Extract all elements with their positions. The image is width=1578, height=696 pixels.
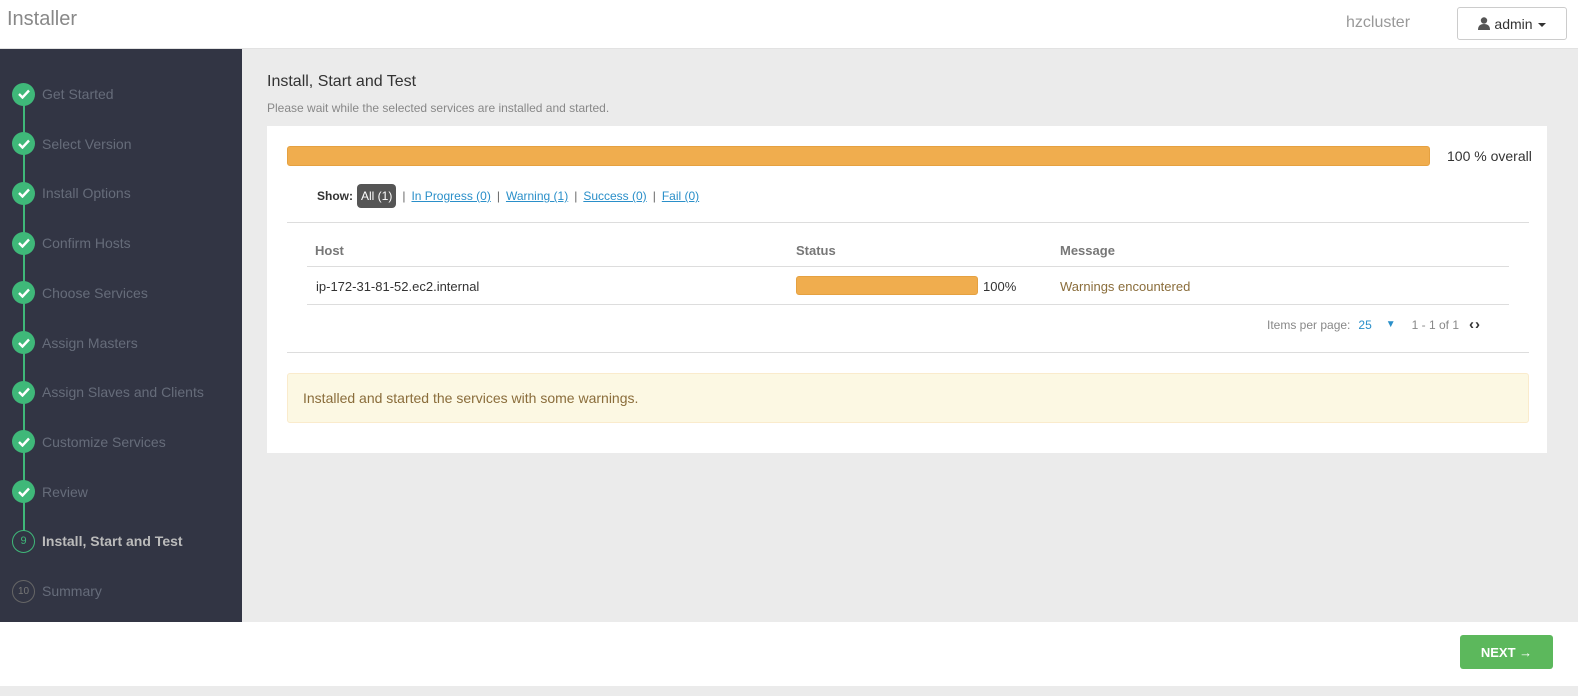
host-message-link[interactable]: Warnings encountered [1060, 279, 1190, 294]
host-progress-percent: 100% [983, 279, 1017, 294]
row-divider [307, 304, 1509, 305]
step-label: Install Options [42, 185, 131, 202]
header-divider [307, 266, 1509, 267]
check-icon [12, 231, 35, 255]
wizard-footer: NEXT → [0, 622, 1578, 686]
check-icon [12, 181, 35, 205]
user-label: admin [1494, 15, 1533, 32]
wizard-sidebar: Get Started Select Version Install Options… [0, 49, 242, 622]
filter-warning[interactable]: Warning (1) [506, 189, 568, 203]
warning-alert: Installed and started the services with … [287, 373, 1529, 423]
step-number-icon: 9 [12, 529, 35, 553]
divider [287, 222, 1529, 223]
host-link[interactable]: ip-172-31-81-52.ec2.internal [316, 279, 479, 294]
filter-separator: | [574, 189, 578, 203]
header-message: Message [1060, 243, 1115, 258]
filter-separator: | [496, 189, 500, 203]
step-number-icon: 10 [12, 579, 35, 603]
page-range: 1 - 1 of 1 [1411, 317, 1460, 332]
wizard-step[interactable]: Select Version [0, 129, 242, 159]
divider [287, 352, 1529, 353]
user-menu-button[interactable]: admin [1457, 7, 1567, 40]
pagination: Items per page: 25 ▼ 1 - 1 of 1 ‹› [1267, 316, 1481, 333]
wizard-step[interactable]: Choose Services [0, 278, 242, 308]
step-label: Customize Services [42, 433, 166, 450]
wizard-step[interactable]: Review [0, 477, 242, 507]
top-bar: Installer hzcluster admin [0, 0, 1578, 49]
page-subtitle: Please wait while the selected services … [267, 101, 610, 115]
page-title: Install, Start and Test [267, 73, 417, 90]
wizard-step[interactable]: Assign Masters [0, 328, 242, 358]
check-icon [12, 380, 35, 404]
header-host: Host [315, 243, 344, 258]
step-label: Confirm Hosts [42, 235, 131, 252]
step-label: Install, Start and Test [42, 533, 183, 550]
wizard-step[interactable]: Confirm Hosts [0, 228, 242, 258]
items-per-page-label: Items per page: [1267, 317, 1351, 332]
dropdown-arrow-icon[interactable]: ▼ [1386, 319, 1396, 330]
step-label: Summary [42, 583, 102, 599]
step-label: Review [42, 483, 88, 500]
wizard-step[interactable]: Install Options [0, 178, 242, 208]
filter-success[interactable]: Success (0) [583, 189, 646, 203]
wizard-step: 9 Install, Start and Test [0, 526, 242, 556]
filter-fail[interactable]: Fail (0) [662, 189, 699, 203]
wizard-step: 10 Summary [0, 576, 242, 606]
step-label: Get Started [42, 86, 114, 102]
cluster-name: hzcluster [1346, 14, 1411, 31]
overall-progress-bar [287, 146, 1430, 166]
caret-down-icon [1537, 22, 1546, 27]
step-label: Select Version [42, 135, 132, 152]
step-label: Assign Slaves and Clients [42, 384, 204, 401]
wizard-step[interactable]: Get Started [0, 79, 242, 109]
filter-in-progress[interactable]: In Progress (0) [411, 189, 490, 203]
wizard-step[interactable]: Customize Services [0, 427, 242, 457]
next-button[interactable]: NEXT → [1460, 635, 1553, 669]
install-card: 100 % overall Show: All (1) | In Progres… [267, 126, 1547, 453]
check-icon [12, 132, 35, 156]
check-icon [12, 331, 35, 354]
check-icon [12, 281, 35, 305]
check-icon [12, 430, 35, 454]
overall-progress-text: 100 % overall [1447, 148, 1532, 164]
filter-separator: | [652, 189, 656, 203]
app-title: Installer [7, 8, 78, 30]
items-per-page-select[interactable]: 25 [1358, 318, 1371, 332]
host-progress-bar [796, 276, 978, 295]
step-label: Choose Services [42, 284, 148, 301]
user-icon [1478, 17, 1491, 30]
wizard-step[interactable]: Assign Slaves and Clients [0, 377, 242, 407]
filter-show-label: Show: [317, 189, 353, 203]
check-icon [12, 480, 35, 504]
step-label: Assign Masters [42, 334, 138, 351]
header-status: Status [796, 243, 836, 258]
filter-all[interactable]: All (1) [357, 184, 397, 208]
status-filter: Show: All (1) | In Progress (0) | Warnin… [317, 184, 699, 208]
next-page-icon[interactable]: › [1475, 316, 1481, 333]
filter-separator: | [402, 189, 406, 203]
check-icon [12, 82, 35, 106]
